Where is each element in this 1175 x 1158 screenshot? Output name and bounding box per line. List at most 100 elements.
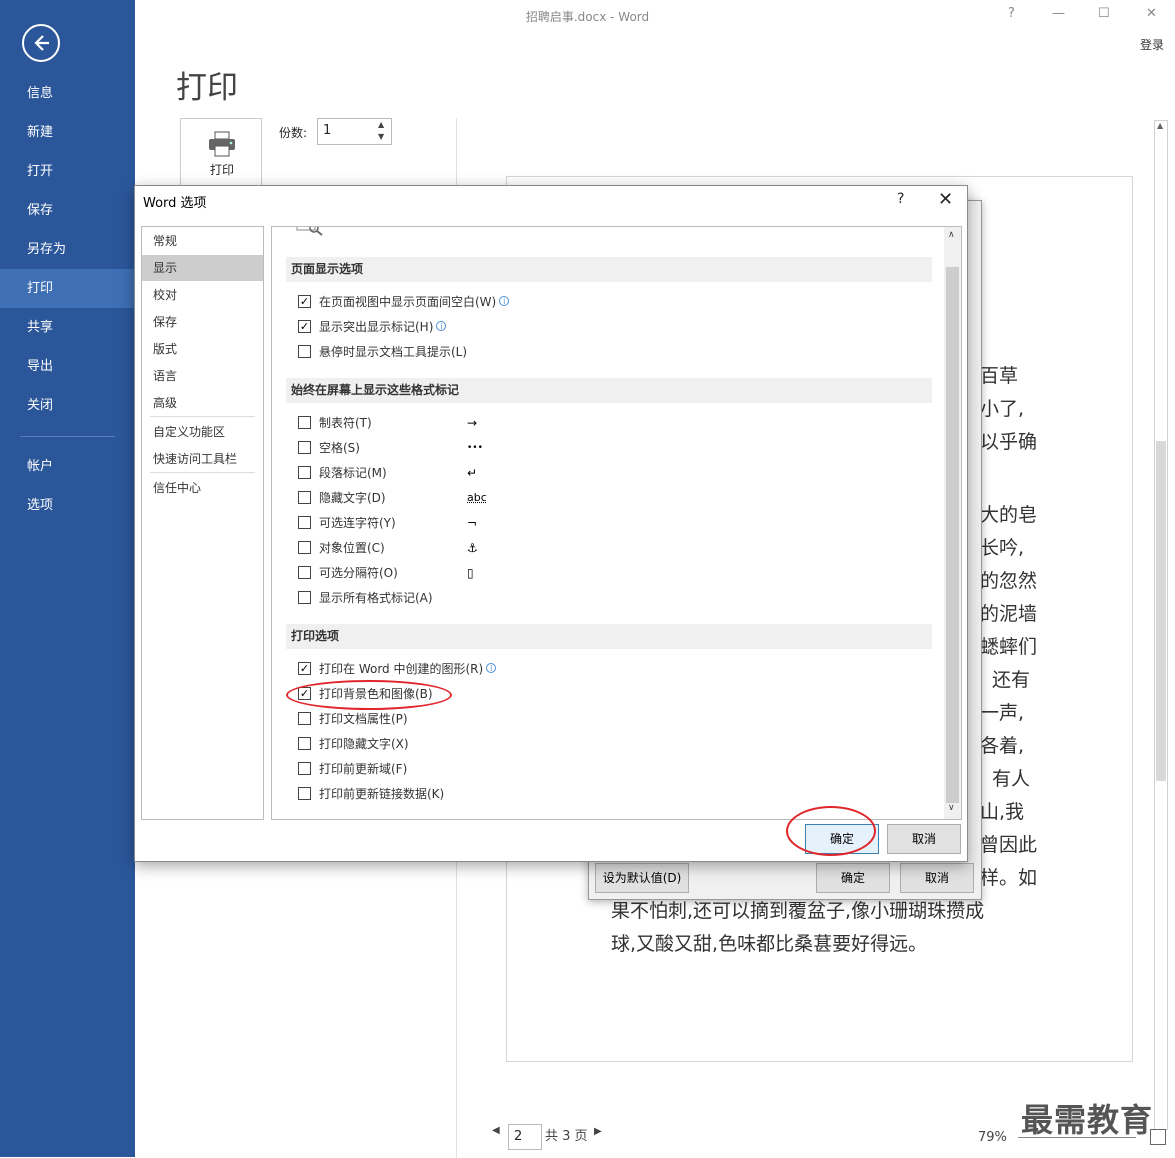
- minimize-button[interactable]: —: [1052, 6, 1065, 21]
- word-options-dialog: Word 选项 ? ✕ 常规 显示 校对 保存 版式 语言 高级 自定义功能区 …: [134, 185, 968, 862]
- checkbox-unchecked[interactable]: [298, 787, 311, 800]
- space-dots-icon: •••: [467, 443, 483, 453]
- dialog-title: Word 选项: [143, 196, 207, 211]
- scrollbar-thumb[interactable]: [946, 267, 959, 803]
- page-number-input[interactable]: 2: [508, 1124, 542, 1150]
- category-quick-access[interactable]: 快速访问工具栏: [142, 446, 263, 472]
- preview-line: 一声,: [980, 702, 1025, 724]
- highlight-circle: [786, 806, 876, 856]
- option-label: 显示突出显示标记(H): [319, 320, 434, 334]
- checkbox-unchecked[interactable]: [298, 712, 311, 725]
- scroll-up-icon[interactable]: ∧: [948, 230, 955, 240]
- category-list: 常规 显示 校对 保存 版式 语言 高级 自定义功能区 快速访问工具栏 信任中心: [141, 226, 264, 820]
- preview-line: 球,又酸又甜,色味都比桑葚要好得远。: [611, 933, 928, 955]
- preview-scrollbar[interactable]: ▲: [1154, 120, 1168, 1130]
- paragraph-mark-icon: ↵: [467, 466, 478, 480]
- option-label: 制表符(T): [319, 416, 372, 430]
- category-save[interactable]: 保存: [142, 309, 263, 335]
- preview-line: 样。如: [980, 867, 1038, 889]
- category-customize-ribbon[interactable]: 自定义功能区: [142, 419, 263, 445]
- category-advanced[interactable]: 高级: [142, 390, 263, 416]
- category-layout[interactable]: 版式: [142, 336, 263, 362]
- info-icon: i: [436, 321, 447, 331]
- category-trust-center[interactable]: 信任中心: [142, 475, 263, 501]
- display-header-icon: [296, 227, 326, 236]
- back-cancel-button[interactable]: 取消: [900, 863, 974, 893]
- checkbox-unchecked[interactable]: [298, 441, 311, 454]
- checkbox-unchecked[interactable]: [298, 762, 311, 775]
- sidebar-item-info[interactable]: 信息: [0, 74, 135, 113]
- sidebar-item-save-as[interactable]: 另存为: [0, 230, 135, 269]
- category-general[interactable]: 常规: [142, 228, 263, 254]
- help-button[interactable]: ?: [1008, 6, 1015, 21]
- checkbox-checked[interactable]: ✓: [298, 295, 311, 308]
- checkbox-checked[interactable]: ✓: [298, 320, 311, 333]
- options-scrollbar[interactable]: ∧ ∨: [944, 227, 961, 819]
- sidebar-item-print[interactable]: 打印: [0, 269, 135, 308]
- preview-line: 长吟,: [980, 537, 1025, 559]
- section-print-options: 打印选项: [286, 624, 932, 649]
- checkbox-unchecked[interactable]: [298, 737, 311, 750]
- scroll-down-icon[interactable]: ∨: [948, 803, 955, 813]
- sidebar-item-options[interactable]: 选项: [0, 486, 135, 525]
- sidebar-item-account[interactable]: 帐户: [0, 447, 135, 486]
- sidebar-item-close[interactable]: 关闭: [0, 386, 135, 425]
- checkbox-unchecked[interactable]: [298, 491, 311, 504]
- maximize-button[interactable]: ☐: [1098, 6, 1110, 21]
- backstage-sidebar: 信息 新建 打开 保存 另存为 打印 共享 导出 关闭 帐户 选项: [0, 0, 135, 1157]
- next-page-icon[interactable]: ▶: [594, 1126, 602, 1137]
- option-label: 打印隐藏文字(X): [319, 737, 409, 751]
- sidebar-item-share[interactable]: 共享: [0, 308, 135, 347]
- sidebar-item-export[interactable]: 导出: [0, 347, 135, 386]
- login-link[interactable]: 登录: [1140, 36, 1164, 53]
- checkbox-unchecked[interactable]: [298, 591, 311, 604]
- checkbox-unchecked[interactable]: [298, 541, 311, 554]
- cancel-button[interactable]: 取消: [887, 824, 961, 854]
- checkbox-unchecked[interactable]: [298, 416, 311, 429]
- option-label: 段落标记(M): [319, 466, 387, 480]
- preview-line: 果不怕刺,还可以摘到覆盆子,像小珊瑚珠攒成: [611, 900, 985, 922]
- option-label: 隐藏文字(D): [319, 491, 386, 505]
- spinner-arrows-icon[interactable]: ▲ ▼: [378, 119, 384, 143]
- prev-page-icon[interactable]: ◀: [492, 1125, 500, 1136]
- set-default-button[interactable]: 设为默认值(D): [595, 863, 689, 893]
- sidebar-item-new[interactable]: 新建: [0, 113, 135, 152]
- section-format-marks: 始终在屏幕上显示这些格式标记: [286, 378, 932, 403]
- option-label: 空格(S): [319, 441, 360, 455]
- dialog-help-button[interactable]: ?: [897, 191, 904, 207]
- options-content: 页面显示选项 ✓ 在页面视图中显示页面间空白(W) i ✓ 显示突出显示标记(H)…: [271, 226, 962, 820]
- close-window-button[interactable]: ✕: [1146, 6, 1157, 21]
- category-language[interactable]: 语言: [142, 363, 263, 389]
- copies-input[interactable]: 1 ▲ ▼: [317, 118, 392, 145]
- back-ok-button[interactable]: 确定: [816, 863, 890, 893]
- print-button[interactable]: 打印: [180, 118, 262, 190]
- hidden-text-icon: abc: [467, 491, 487, 504]
- preview-line: 山,我: [980, 801, 1025, 823]
- page-title: 打印: [176, 70, 238, 106]
- sidebar-item-open[interactable]: 打开: [0, 152, 135, 191]
- category-proofing[interactable]: 校对: [142, 282, 263, 308]
- dialog-close-button[interactable]: ✕: [938, 189, 953, 210]
- scroll-up-icon[interactable]: ▲: [1157, 121, 1163, 130]
- checkbox-unchecked[interactable]: [298, 466, 311, 479]
- sidebar-item-save[interactable]: 保存: [0, 191, 135, 230]
- watermark-logo: 最需教育: [1021, 1101, 1154, 1139]
- hyphen-mark-icon: ¬: [467, 516, 478, 530]
- category-divider: [150, 472, 255, 473]
- checkbox-unchecked[interactable]: [298, 516, 311, 529]
- highlight-circle: [286, 680, 452, 710]
- option-label: 打印前更新链接数据(K): [319, 787, 445, 801]
- fit-page-icon[interactable]: [1150, 1129, 1166, 1145]
- section-page-display: 页面显示选项: [286, 257, 932, 282]
- window-title: 招聘启事.docx - Word: [525, 10, 650, 24]
- checkbox-unchecked[interactable]: [298, 566, 311, 579]
- sidebar-divider: [20, 436, 115, 437]
- preview-line: 曾因此: [980, 834, 1038, 856]
- option-label: 打印文档属性(P): [319, 712, 408, 726]
- checkbox-checked[interactable]: ✓: [298, 662, 311, 675]
- scrollbar-thumb[interactable]: [1156, 441, 1166, 781]
- option-label: 可选分隔符(O): [319, 566, 398, 580]
- option-label: 可选连字符(Y): [319, 516, 396, 530]
- checkbox-unchecked[interactable]: [298, 345, 311, 358]
- category-display[interactable]: 显示: [142, 255, 263, 281]
